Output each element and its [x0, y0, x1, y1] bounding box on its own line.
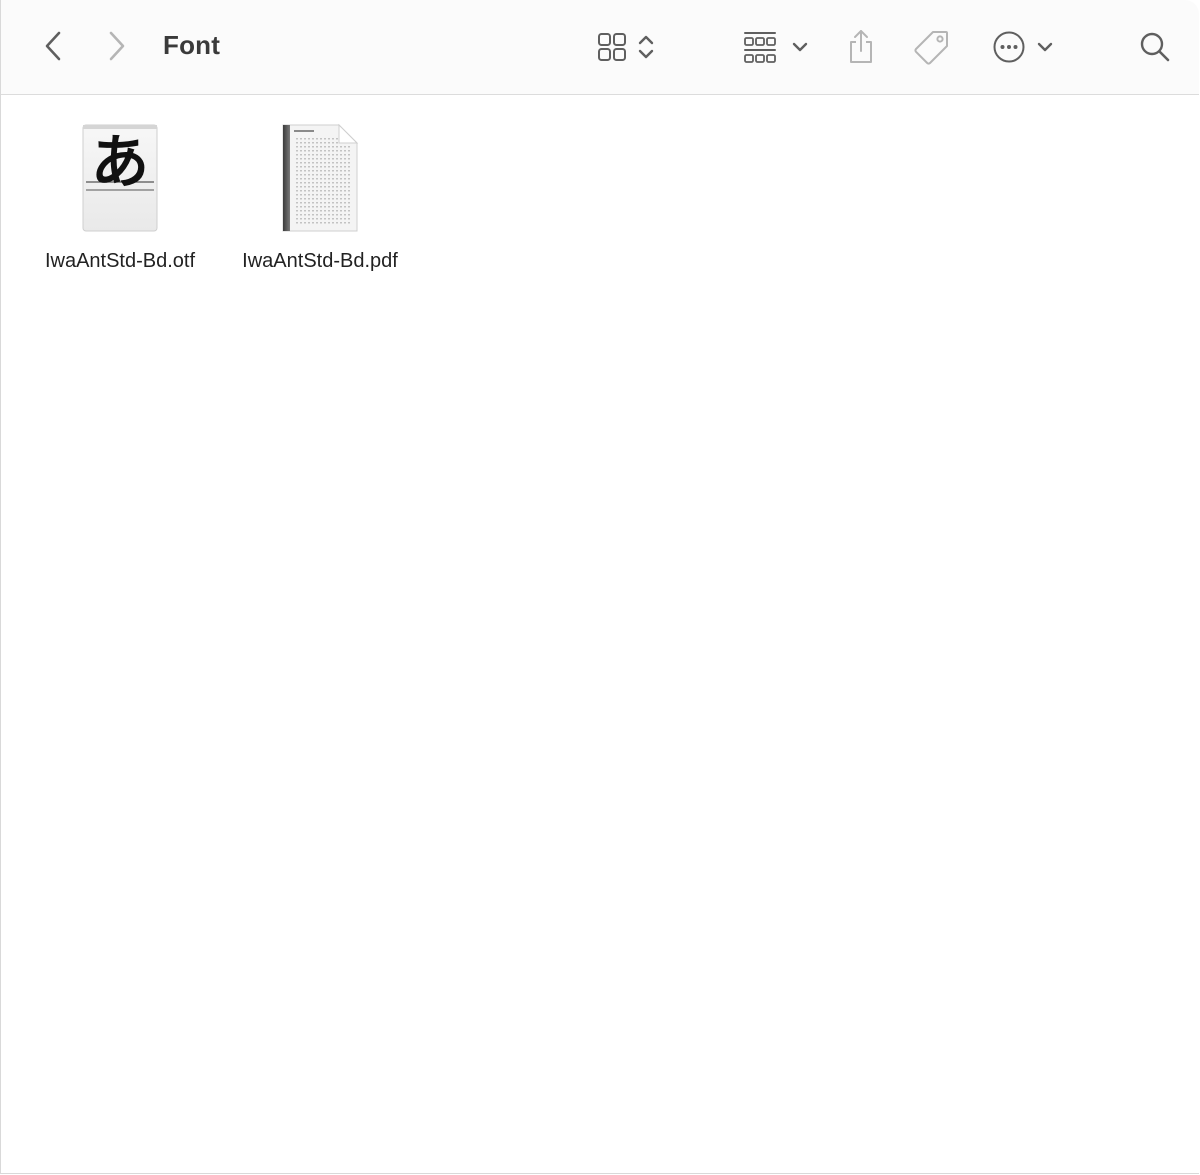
share-icon: [850, 30, 872, 63]
more-actions-button[interactable]: [989, 28, 1057, 66]
toolbar: Font: [1, 0, 1199, 95]
pdf-file-icon: [280, 122, 360, 234]
chevron-down-icon: [1037, 42, 1053, 52]
group-by-button[interactable]: [739, 28, 811, 66]
file-item-otf[interactable]: あ IwaAntStd-Bd.otf: [20, 122, 220, 273]
ellipsis-circle-icon: [993, 31, 1025, 63]
search-button[interactable]: [1135, 28, 1175, 66]
back-button[interactable]: [37, 28, 69, 64]
file-name: IwaAntStd-Bd.pdf: [242, 250, 398, 272]
chevron-left-icon: [45, 31, 61, 61]
tag-icon: [914, 31, 948, 65]
share-button[interactable]: [841, 24, 881, 68]
view-mode-button[interactable]: [591, 28, 661, 66]
file-name: IwaAntStd-Bd.otf: [44, 250, 196, 272]
chevron-right-icon: [109, 31, 125, 61]
chevron-down-icon: [792, 42, 808, 52]
finder-window: Font あ IwaAntStd-Bd.otf IwaAntStd-Bd.pdf: [0, 0, 1199, 1174]
chevron-up-down-icon: [638, 35, 654, 59]
forward-button[interactable]: [101, 28, 133, 64]
group-grid-icon: [744, 32, 776, 63]
file-item-pdf[interactable]: IwaAntStd-Bd.pdf: [220, 122, 420, 273]
search-icon: [1140, 32, 1170, 62]
font-file-icon: あ: [80, 122, 160, 234]
font-glyph: あ: [91, 128, 149, 196]
icon-grid-icon: [598, 33, 626, 61]
window-title: Font: [163, 30, 221, 60]
tags-button[interactable]: [911, 26, 953, 68]
